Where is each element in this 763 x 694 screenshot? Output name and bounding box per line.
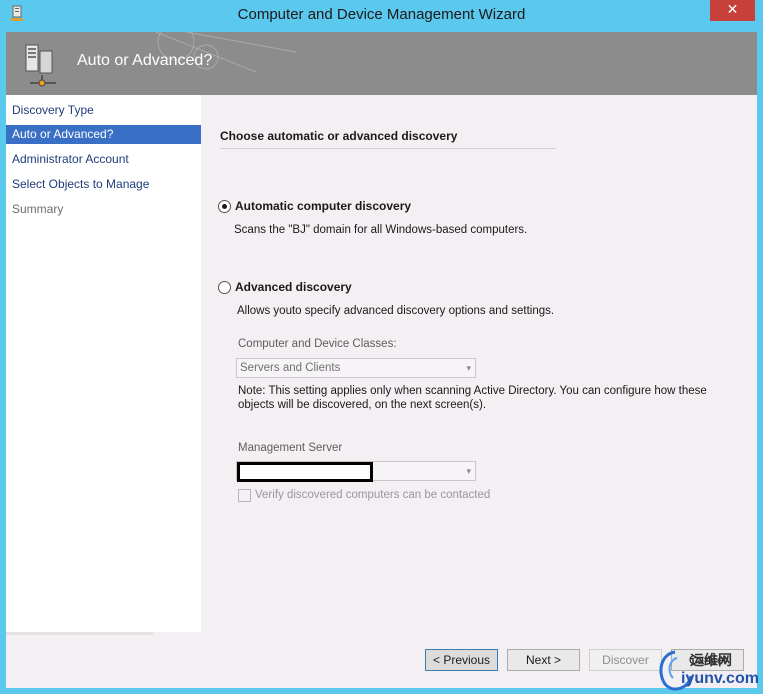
management-server-select: ▾: [236, 461, 476, 482]
device-classes-label: Computer and Device Classes:: [238, 338, 397, 350]
network-discovery-icon: [25, 44, 56, 87]
heading-divider: [220, 148, 556, 149]
nav-item-summary: Summary: [12, 202, 64, 216]
next-button[interactable]: Next >: [507, 649, 580, 671]
device-classes-value: Servers and Clients: [240, 362, 341, 374]
wizard-content: Choose automatic or advanced discovery A…: [201, 95, 757, 632]
note-line-1: Note: This setting applies only when sca…: [238, 385, 707, 397]
advanced-discovery-label[interactable]: Advanced discovery: [235, 280, 352, 294]
watermark-logo: 运维网 iyunv.com: [655, 648, 763, 694]
title-bar: Computer and Device Management Wizard ✕: [0, 0, 763, 32]
nav-item-auto-or-advanced[interactable]: Auto or Advanced?: [6, 125, 201, 144]
previous-button[interactable]: < Previous: [425, 649, 498, 671]
verify-computers-label: Verify discovered computers can be conta…: [255, 489, 491, 501]
nav-item-administrator-account[interactable]: Administrator Account: [6, 150, 201, 169]
nav-item-select-objects[interactable]: Select Objects to Manage: [6, 175, 201, 194]
wizard-banner: Auto or Advanced?: [6, 32, 757, 95]
device-classes-select: Servers and Clients ▾: [236, 358, 476, 378]
discover-button: Discover: [589, 649, 662, 671]
watermark-cn: 运维网: [690, 653, 732, 669]
redaction-box: [237, 462, 373, 482]
wizard-nav: Discovery Type Auto or Advanced? Adminis…: [6, 95, 201, 632]
wizard-window: Auto or Advanced? Discovery Type Auto or…: [6, 32, 757, 688]
section-heading: Choose automatic or advanced discovery: [220, 129, 458, 143]
chevron-down-icon: ▾: [466, 466, 471, 476]
watermark-url: iyunv.com: [681, 670, 759, 687]
chevron-down-icon: ▾: [466, 363, 471, 373]
automatic-discovery-description: Scans the "BJ" domain for all Windows-ba…: [234, 224, 528, 236]
close-button[interactable]: ✕: [710, 0, 755, 21]
nav-item-discovery-type[interactable]: Discovery Type: [6, 101, 201, 120]
note-line-2: objects will be discovered, on the next …: [238, 399, 487, 411]
window-title: Computer and Device Management Wizard: [237, 6, 526, 23]
wizard-footer: < Previous Next > Discover Cancel: [6, 632, 757, 688]
page-title: Auto or Advanced?: [77, 52, 213, 69]
automatic-discovery-label[interactable]: Automatic computer discovery: [235, 199, 411, 213]
advanced-discovery-description: Allows youto specify advanced discovery …: [237, 305, 555, 317]
automatic-discovery-radio[interactable]: [218, 200, 231, 213]
management-server-label: Management Server: [238, 442, 343, 454]
advanced-discovery-radio[interactable]: [218, 281, 231, 294]
verify-computers-checkbox: [238, 489, 251, 502]
